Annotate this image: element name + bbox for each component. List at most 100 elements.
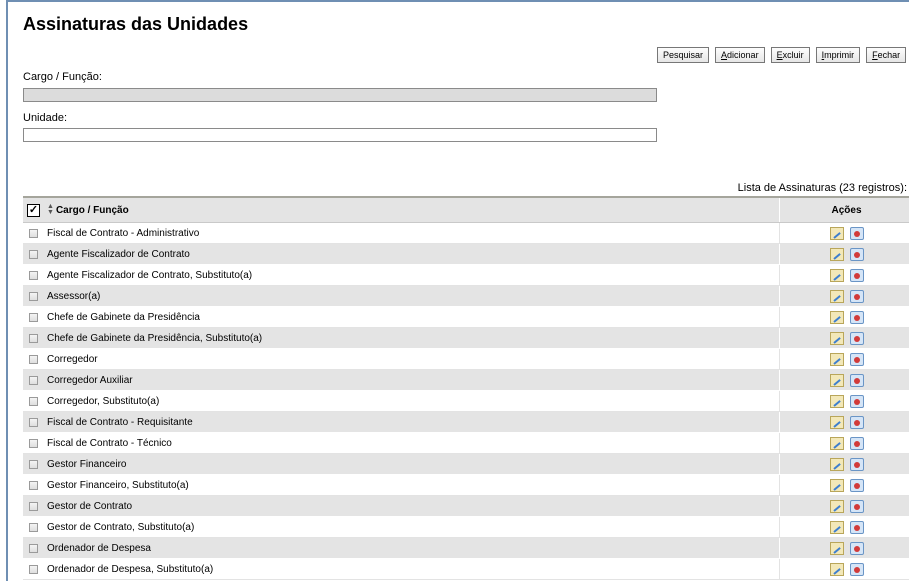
table-row: Assessor(a) (23, 286, 909, 307)
cargo-field[interactable] (24, 89, 656, 102)
row-name: Fiscal de Contrato - Técnico (44, 433, 780, 453)
edit-icon[interactable] (829, 331, 844, 345)
cargo-label: Cargo / Função: (23, 71, 102, 83)
window-frame-top (6, 0, 909, 2)
row-name: Chefe de Gabinete da Presidência, Substi… (44, 328, 780, 348)
delete-icon[interactable] (849, 415, 864, 429)
edit-icon[interactable] (829, 226, 844, 240)
sort-icon[interactable]: ▲ ▼ (47, 203, 54, 216)
row-checkbox[interactable] (29, 501, 38, 511)
row-name: Ordenador de Despesa, Substituto(a) (44, 559, 780, 579)
edit-icon[interactable] (829, 415, 844, 429)
row-checkbox-cell (23, 459, 44, 469)
row-checkbox[interactable] (29, 228, 38, 238)
row-checkbox[interactable] (29, 354, 38, 364)
row-checkbox[interactable] (29, 480, 38, 490)
row-checkbox[interactable] (29, 333, 38, 343)
delete-icon[interactable] (849, 520, 864, 534)
row-actions (780, 499, 909, 513)
row-checkbox-cell (23, 396, 44, 406)
signatures-table: ✓ ▲ ▼ Cargo / Função Ações Fiscal de Cont… (23, 196, 909, 580)
edit-icon[interactable] (829, 289, 844, 303)
row-name: Fiscal de Contrato - Requisitante (44, 412, 780, 432)
row-checkbox[interactable] (29, 543, 38, 553)
print-label: mprimir (824, 50, 855, 60)
edit-icon[interactable] (829, 562, 844, 576)
unidade-field[interactable] (24, 129, 656, 142)
delete-icon[interactable] (849, 562, 864, 576)
edit-icon[interactable] (829, 394, 844, 408)
row-checkbox[interactable] (29, 396, 38, 406)
row-actions (780, 289, 909, 303)
row-checkbox[interactable] (29, 564, 38, 574)
unidade-field-box (23, 128, 657, 142)
row-checkbox-cell (23, 249, 44, 259)
delete-button[interactable]: Excluir (770, 47, 810, 63)
select-all-cell: ✓ (23, 203, 44, 217)
row-actions (780, 247, 909, 261)
delete-icon[interactable] (849, 373, 864, 387)
row-checkbox-cell (23, 375, 44, 385)
delete-icon[interactable] (849, 331, 864, 345)
edit-icon[interactable] (829, 268, 844, 282)
header-name-cell[interactable]: ▲ ▼ Cargo / Função (44, 198, 780, 222)
edit-icon[interactable] (829, 478, 844, 492)
edit-icon[interactable] (829, 499, 844, 513)
delete-icon[interactable] (849, 268, 864, 282)
row-checkbox-cell (23, 228, 44, 238)
row-name: Gestor de Contrato (44, 496, 780, 516)
row-name: Chefe de Gabinete da Presidência (44, 307, 780, 327)
table-row: Gestor de Contrato (23, 496, 909, 517)
delete-icon[interactable] (849, 478, 864, 492)
table-row: Fiscal de Contrato - Administrativo (23, 223, 909, 244)
delete-icon[interactable] (849, 310, 864, 324)
add-label: dicionar (727, 50, 759, 60)
delete-icon[interactable] (849, 247, 864, 261)
row-checkbox-cell (23, 564, 44, 574)
table-row: Agente Fiscalizador de Contrato, Substit… (23, 265, 909, 286)
delete-icon[interactable] (849, 499, 864, 513)
table-row: Corregedor (23, 349, 909, 370)
search-button[interactable]: Pesquisar (657, 47, 710, 63)
delete-icon[interactable] (849, 436, 864, 450)
edit-icon[interactable] (829, 352, 844, 366)
row-actions (780, 520, 909, 534)
edit-icon[interactable] (829, 541, 844, 555)
row-checkbox[interactable] (29, 459, 38, 469)
add-button[interactable]: Adicionar (715, 47, 765, 63)
row-actions (780, 415, 909, 429)
row-actions (780, 394, 909, 408)
page-title: Assinaturas das Unidades (23, 14, 249, 34)
row-checkbox[interactable] (29, 417, 38, 427)
delete-icon[interactable] (849, 394, 864, 408)
delete-icon[interactable] (849, 352, 864, 366)
delete-icon[interactable] (849, 226, 864, 240)
delete-icon[interactable] (849, 457, 864, 471)
row-checkbox[interactable] (29, 270, 38, 280)
edit-icon[interactable] (829, 520, 844, 534)
close-button[interactable]: Fechar (866, 47, 907, 63)
row-checkbox-cell (23, 480, 44, 490)
row-checkbox[interactable] (29, 312, 38, 322)
edit-icon[interactable] (829, 436, 844, 450)
print-button[interactable]: Imprimir (815, 47, 861, 63)
row-checkbox-cell (23, 417, 44, 427)
row-checkbox[interactable] (29, 249, 38, 259)
table-caption: Lista de Assinaturas (23 registros): (737, 182, 907, 194)
row-checkbox[interactable] (29, 522, 38, 532)
row-actions (780, 436, 909, 450)
table-row: Gestor Financeiro (23, 454, 909, 475)
edit-icon[interactable] (829, 373, 844, 387)
table-row: Chefe de Gabinete da Presidência, Substi… (23, 328, 909, 349)
table-row: Agente Fiscalizador de Contrato (23, 244, 909, 265)
delete-icon[interactable] (849, 541, 864, 555)
row-checkbox[interactable] (29, 375, 38, 385)
row-checkbox[interactable] (29, 291, 38, 301)
select-all-checkbox[interactable]: ✓ (27, 203, 40, 217)
row-checkbox[interactable] (29, 438, 38, 448)
row-name: Fiscal de Contrato - Administrativo (44, 223, 780, 243)
edit-icon[interactable] (829, 457, 844, 471)
edit-icon[interactable] (829, 247, 844, 261)
edit-icon[interactable] (829, 310, 844, 324)
delete-icon[interactable] (849, 289, 864, 303)
